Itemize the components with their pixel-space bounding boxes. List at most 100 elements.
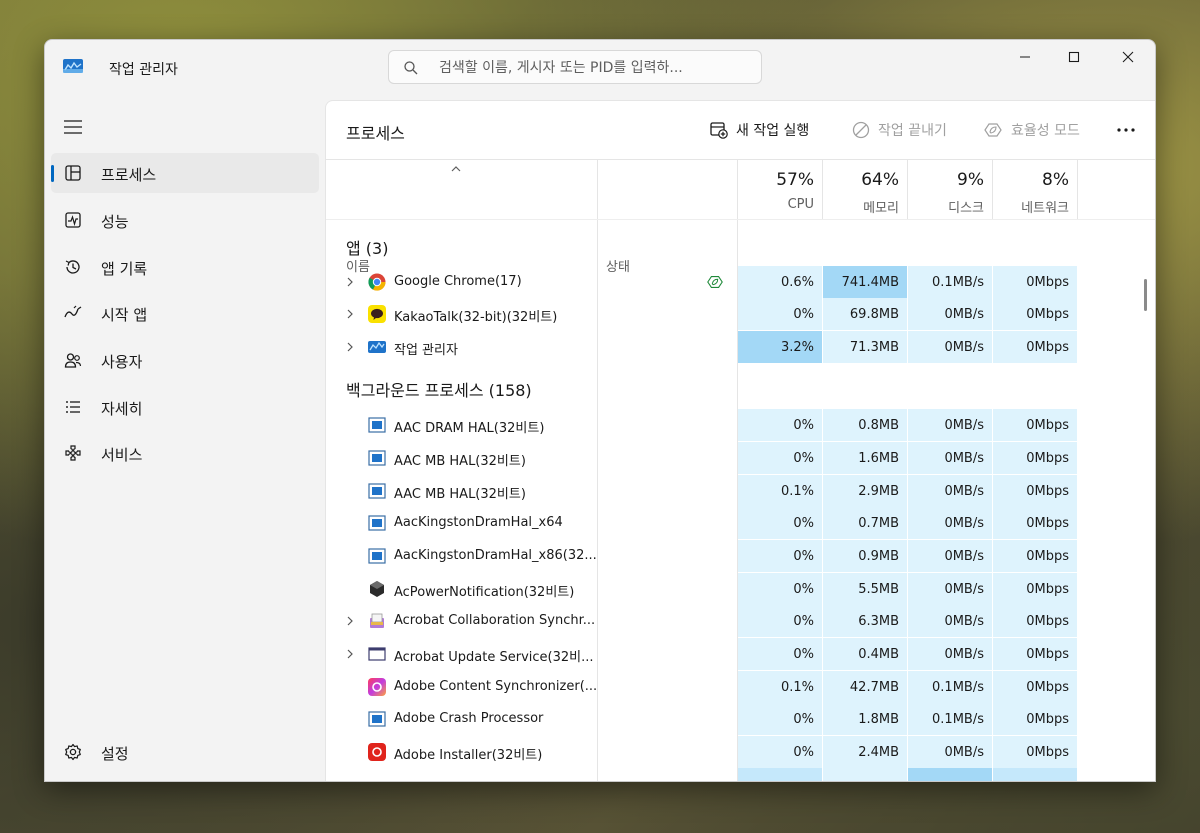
end-task-label: 작업 끝내기: [878, 123, 947, 139]
maximize-icon: [1068, 51, 1080, 63]
search-box[interactable]: [388, 50, 762, 84]
close-button[interactable]: [1105, 40, 1151, 74]
nav-item-services[interactable]: 서비스: [51, 433, 319, 473]
disk-cell: 0.1MB/s: [908, 671, 992, 703]
column-header-cpu[interactable]: 57% CPU: [738, 160, 822, 220]
process-row[interactable]: Acrobat Collaboration Synchr... 0% 6.3MB…: [326, 605, 1155, 637]
disk-cell: [908, 768, 992, 781]
process-row[interactable]: KakaoTalk(32-bit)(32비트) 0% 69.8MB 0MB/s …: [326, 298, 1155, 330]
process-row[interactable]: 작업 관리자 3.2% 71.3MB 0MB/s 0Mbps: [326, 331, 1155, 363]
process-name: 작업 관리자: [394, 343, 458, 358]
nav-item-details[interactable]: 자세히: [51, 387, 319, 427]
efficiency-leaf-icon: [707, 276, 723, 288]
group-title: 백그라운드 프로세스 (158): [346, 381, 532, 400]
process-row[interactable]: AacKingstonDramHal_x64 0% 0.7MB 0MB/s 0M…: [326, 507, 1155, 539]
column-label: 네트워크: [1021, 201, 1069, 216]
column-label: CPU: [787, 197, 814, 212]
process-row[interactable]: Adobe Content Synchronizer(... 0.1% 42.7…: [326, 671, 1155, 703]
nav-label: 앱 기록: [101, 260, 148, 278]
nav-label: 프로세스: [101, 166, 157, 184]
minimize-icon: [1020, 56, 1030, 58]
chevron-right-icon[interactable]: [345, 341, 355, 353]
nav-item-processes[interactable]: 프로세스: [51, 153, 319, 193]
memory-cell: [823, 768, 907, 781]
network-cell: 0Mbps: [993, 671, 1077, 703]
nav-menu-button[interactable]: [55, 112, 91, 142]
network-cell: 0Mbps: [993, 442, 1077, 474]
process-row[interactable]: AacKingstonDramHal_x86(32... 0% 0.9MB 0M…: [326, 540, 1155, 572]
process-row[interactable]: AAC MB HAL(32비트) 0% 1.6MB 0MB/s 0Mbps: [326, 442, 1155, 474]
process-name: AacKingstonDramHal_x64: [394, 515, 563, 530]
column-header-disk[interactable]: 9% 디스크: [908, 160, 992, 220]
memory-total-percent: 64%: [861, 170, 899, 190]
chevron-right-icon[interactable]: [345, 648, 355, 660]
process-row[interactable]: AAC MB HAL(32비트) 0.1% 2.9MB 0MB/s 0Mbps: [326, 475, 1155, 507]
memory-cell: 71.3MB: [823, 331, 907, 363]
group-header-background[interactable]: 백그라운드 프로세스 (158): [326, 371, 1155, 403]
network-cell: 0Mbps: [993, 298, 1077, 330]
processes-icon: [65, 165, 81, 181]
memory-cell: 5.5MB: [823, 573, 907, 605]
maximize-button[interactable]: [1051, 40, 1097, 74]
cpu-cell: 0%: [738, 638, 822, 670]
end-task-button[interactable]: 작업 끝내기: [852, 119, 947, 141]
process-row[interactable]: Google Chrome(17) 0.6% 741.4MB 0.1MB/s 0…: [326, 266, 1155, 298]
chevron-right-icon[interactable]: [345, 615, 355, 627]
process-row[interactable]: Adobe Crash Processor 0% 1.8MB 0.1MB/s 0…: [326, 703, 1155, 735]
process-row[interactable]: Acrobat Update Service(32비... 0% 0.4MB 0…: [326, 638, 1155, 670]
vertical-scrollbar-thumb[interactable]: [1144, 279, 1147, 311]
chevron-right-icon[interactable]: [345, 276, 355, 288]
cpu-cell: 3.2%: [738, 331, 822, 363]
process-row[interactable]: [326, 768, 1155, 781]
adobe-installer-icon: [368, 743, 386, 761]
process-row[interactable]: AAC DRAM HAL(32비트) 0% 0.8MB 0MB/s 0Mbps: [326, 409, 1155, 441]
run-new-task-button[interactable]: 새 작업 실행: [710, 119, 809, 141]
nav-label: 서비스: [101, 446, 143, 464]
nav-item-settings[interactable]: 설정: [51, 732, 319, 772]
memory-cell: 0.4MB: [823, 638, 907, 670]
column-header-name[interactable]: 이름: [326, 160, 597, 275]
disk-cell: 0MB/s: [908, 540, 992, 572]
adobe-cc-icon: [368, 678, 386, 696]
network-cell: 0Mbps: [993, 605, 1077, 637]
process-name: KakaoTalk(32-bit)(32비트): [394, 310, 558, 325]
chevron-right-icon[interactable]: [345, 308, 355, 320]
cpu-cell: 0.6%: [738, 266, 822, 298]
disk-cell: 0.1MB/s: [908, 703, 992, 735]
column-header-status[interactable]: 상태: [598, 160, 737, 275]
memory-cell: 2.4MB: [823, 736, 907, 768]
run-task-icon: [710, 122, 728, 139]
cpu-cell: 0%: [738, 507, 822, 539]
search-input[interactable]: [437, 57, 751, 79]
network-cell: 0Mbps: [993, 573, 1077, 605]
task-manager-icon: [368, 341, 386, 353]
nav-label: 시작 앱: [101, 306, 148, 324]
network-total-percent: 8%: [1042, 170, 1069, 190]
more-options-button[interactable]: [1116, 119, 1136, 141]
process-row[interactable]: Adobe Installer(32비트) 0% 2.4MB 0MB/s 0Mb…: [326, 736, 1155, 768]
nav-item-performance[interactable]: 성능: [51, 200, 319, 240]
network-cell: 0Mbps: [993, 266, 1077, 298]
memory-cell: 42.7MB: [823, 671, 907, 703]
cpu-cell: 0.1%: [738, 475, 822, 507]
task-manager-app-icon: [63, 59, 83, 73]
cpu-cell: [738, 768, 822, 781]
memory-cell: 0.8MB: [823, 409, 907, 441]
cpu-cell: 0%: [738, 605, 822, 637]
performance-icon: [65, 212, 81, 228]
search-icon: [404, 61, 418, 75]
cpu-cell: 0%: [738, 540, 822, 572]
process-name: Google Chrome(17): [394, 274, 522, 289]
disk-cell: 0MB/s: [908, 573, 992, 605]
group-header-apps[interactable]: 앱 (3): [326, 229, 1155, 261]
cpu-total-percent: 57%: [776, 170, 814, 190]
column-header-memory[interactable]: 64% 메모리: [823, 160, 907, 220]
column-header-network[interactable]: 8% 네트워크: [993, 160, 1077, 220]
efficiency-mode-button[interactable]: 효율성 모드: [983, 119, 1080, 141]
nav-item-users[interactable]: 사용자: [51, 340, 319, 380]
nav-item-app-history[interactable]: 앱 기록: [51, 247, 319, 287]
window-title: 작업 관리자: [109, 62, 178, 78]
process-row[interactable]: AcPowerNotification(32비트) 0% 5.5MB 0MB/s…: [326, 573, 1155, 605]
minimize-button[interactable]: [1002, 40, 1048, 74]
nav-item-startup-apps[interactable]: 시작 앱: [51, 293, 319, 333]
